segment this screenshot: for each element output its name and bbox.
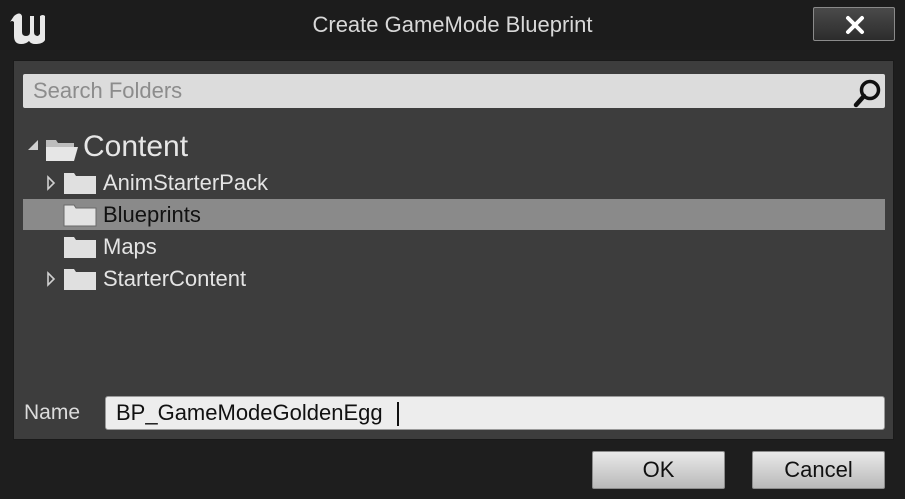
tree-item-label: Maps	[103, 234, 157, 259]
search-box[interactable]	[23, 74, 885, 108]
search-input[interactable]	[23, 74, 843, 108]
ok-button[interactable]: OK	[592, 451, 725, 489]
search-icon[interactable]	[852, 78, 884, 108]
tree-item-label: Blueprints	[103, 202, 201, 227]
tree-item-label: StarterContent	[103, 266, 247, 291]
folder-icon	[63, 204, 97, 227]
name-label: Name	[24, 401, 81, 424]
tree-item-label: Content	[83, 130, 189, 163]
name-field[interactable]	[105, 396, 885, 430]
dialog-title: Create GameMode Blueprint	[312, 12, 593, 37]
folder-open-icon	[46, 140, 78, 161]
close-icon	[846, 16, 864, 34]
folder-icon	[64, 173, 96, 194]
collapsed-arrow-icon[interactable]	[46, 175, 56, 191]
tree-item-label: AnimStarterPack	[103, 170, 269, 195]
cancel-button[interactable]: Cancel	[752, 451, 885, 489]
folder-icon	[64, 237, 96, 258]
expanded-arrow-icon[interactable]	[27, 139, 39, 151]
collapsed-arrow-icon[interactable]	[46, 271, 56, 287]
close-button[interactable]	[813, 7, 895, 41]
text-caret	[397, 402, 399, 426]
title-bar: Create GameMode Blueprint	[0, 0, 905, 50]
folder-icon	[64, 269, 96, 290]
name-input[interactable]	[106, 397, 884, 429]
